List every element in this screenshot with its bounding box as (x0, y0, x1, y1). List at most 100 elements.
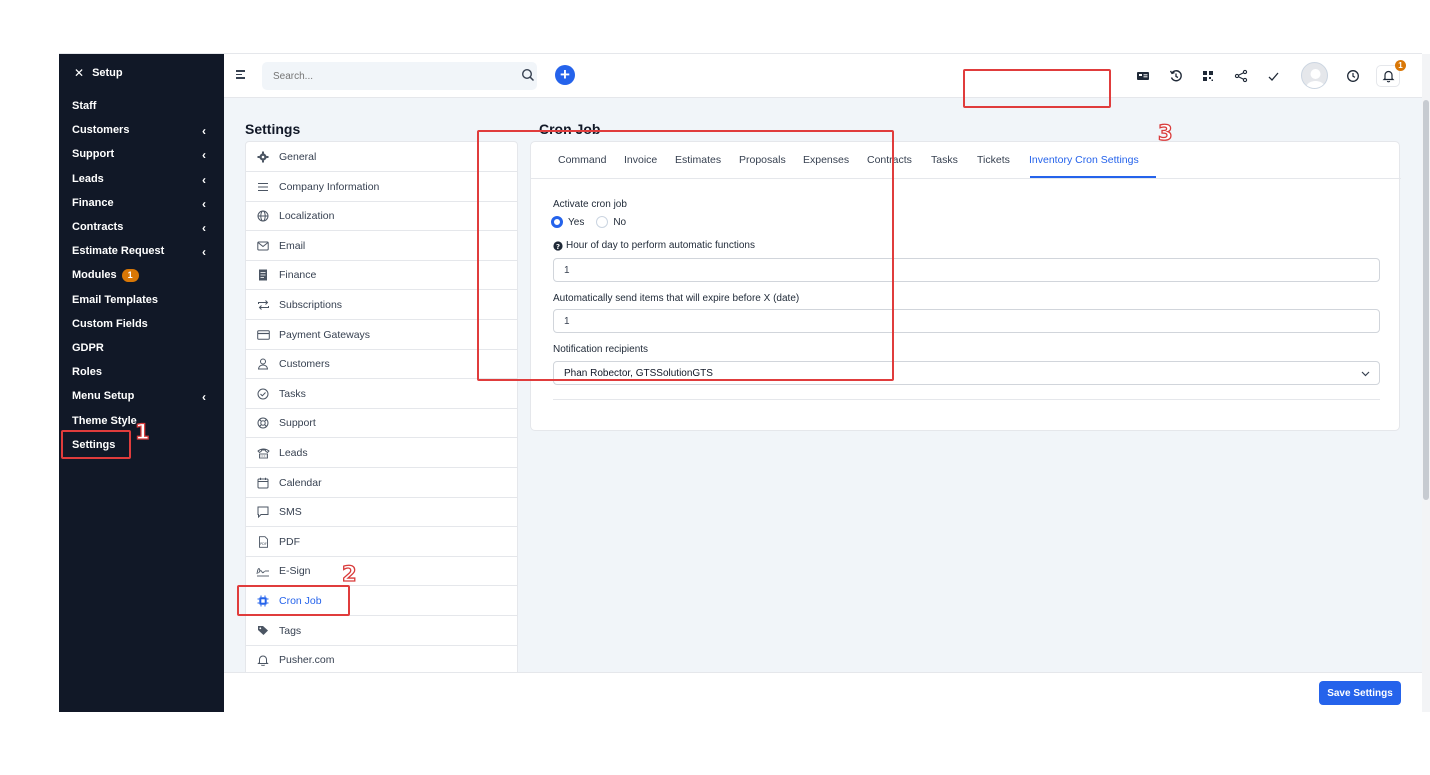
sidebar-item-label: Support (72, 148, 115, 161)
signature-icon (256, 564, 270, 578)
sidebar: ✕ Setup Staff Customers ‹ Support ‹ Leads ‹ Fin… (59, 54, 224, 712)
form-highlight-box (477, 130, 894, 381)
sidebar-item-leads[interactable]: Leads ‹ (59, 168, 224, 190)
tty-icon (256, 446, 270, 460)
sidebar-item-label: Customers (72, 124, 130, 137)
sidebar-header-label: Setup (92, 67, 123, 79)
user-icon (256, 357, 270, 371)
quick-create-button[interactable]: + (555, 65, 575, 85)
clock-icon[interactable] (1344, 67, 1362, 85)
chevron-left-icon: ‹ (202, 245, 206, 260)
save-settings-button[interactable]: Save Settings (1319, 681, 1401, 705)
chevron-left-icon: ‹ (202, 196, 206, 211)
annotation-number: 1 (134, 420, 150, 444)
annotation-number: 2 (341, 562, 357, 586)
modules-badge: 1 (121, 268, 139, 282)
tab-inventory-cron-settings[interactable]: Inventory Cron Settings (1029, 154, 1139, 166)
sidebar-item-label: Leads (72, 172, 104, 185)
sidebar-item-support[interactable]: Support ‹ (59, 143, 224, 165)
sidebar-item-label: Roles (72, 366, 102, 379)
avatar[interactable] (1301, 62, 1328, 89)
settings-item-label: Pusher.com (279, 654, 335, 667)
settings-highlight-box (61, 430, 131, 459)
bell-icon (256, 653, 270, 667)
sidebar-item-label: Estimate Request (72, 245, 165, 258)
lifebuoy-icon (256, 416, 270, 430)
bell-icon[interactable] (1379, 67, 1397, 85)
settings-item-tasks[interactable]: Tasks (246, 379, 517, 409)
tab-tickets[interactable]: Tickets (977, 154, 1010, 166)
tab-tasks[interactable]: Tasks (931, 154, 958, 166)
settings-item-label: Email (279, 239, 306, 252)
settings-item-label: Tags (279, 624, 302, 637)
settings-item-pdf[interactable]: PDF PDF (246, 527, 517, 557)
mail-icon (256, 239, 270, 253)
pdf-icon: PDF (256, 535, 270, 549)
footer-bar (224, 672, 1422, 712)
cron-job-highlight-box (237, 585, 350, 616)
settings-item-label: Payment Gateways (279, 328, 371, 341)
check-circle-icon (256, 387, 270, 401)
sidebar-item-menu-setup[interactable]: Menu Setup ‹ (59, 385, 224, 407)
chevron-left-icon: ‹ (202, 148, 206, 163)
sidebar-item-label: Finance (72, 196, 114, 209)
settings-item-label: SMS (279, 506, 302, 519)
sidebar-item-contracts[interactable]: Contracts ‹ (59, 216, 224, 238)
settings-item-tags[interactable]: Tags (246, 616, 517, 646)
settings-item-sms[interactable]: SMS (246, 497, 517, 528)
chevron-left-icon: ‹ (202, 124, 206, 139)
settings-item-label: General (279, 151, 317, 163)
sidebar-item-email-templates[interactable]: Email Templates (59, 289, 224, 311)
annotation-number: 3 (1157, 121, 1173, 145)
document-icon (256, 268, 270, 282)
settings-item-label: Calendar (279, 476, 322, 489)
sidebar-item-customers[interactable]: Customers ‹ (59, 119, 224, 141)
repeat-icon (256, 298, 270, 312)
scrollbar-thumb[interactable] (1423, 100, 1429, 500)
page-scrollbar[interactable] (1422, 54, 1430, 712)
sidebar-item-label: Staff (72, 100, 97, 112)
settings-item-label: Leads (279, 447, 308, 459)
sidebar-header[interactable]: ✕ Setup (59, 54, 224, 92)
settings-item-label: Support (279, 417, 316, 430)
search-input[interactable] (262, 62, 502, 90)
qr-code-icon[interactable] (1199, 67, 1217, 85)
chevron-down-icon (1361, 369, 1370, 380)
calendar-icon (256, 476, 270, 490)
sidebar-item-label: Theme Style (72, 414, 137, 427)
sidebar-item-modules[interactable]: Modules 1 (59, 264, 224, 286)
close-icon[interactable]: ✕ (74, 66, 84, 80)
settings-item-leads[interactable]: Leads (246, 438, 517, 468)
settings-item-support[interactable]: Support (246, 408, 517, 439)
contact-card-icon[interactable] (1134, 67, 1152, 85)
sidebar-item-label: Menu Setup (72, 390, 135, 403)
settings-item-calendar[interactable]: Calendar (246, 468, 517, 498)
settings-item-label: E-Sign (279, 565, 311, 578)
sidebar-item-finance[interactable]: Finance ‹ (59, 192, 224, 214)
search-box (262, 62, 537, 90)
check-icon[interactable] (1264, 67, 1282, 85)
top-bar: + 1 (224, 54, 1422, 98)
sidebar-item-label: GDPR (72, 342, 104, 354)
settings-item-e-sign[interactable]: E-Sign (246, 556, 517, 587)
chevron-left-icon: ‹ (202, 390, 206, 405)
settings-item-label: PDF (279, 535, 300, 548)
sidebar-item-label: Modules (72, 269, 117, 282)
settings-item-label: Finance (279, 269, 317, 282)
notification-badge: 1 (1395, 60, 1406, 71)
sidebar-item-roles[interactable]: Roles (59, 361, 224, 383)
settings-item-label: Tasks (279, 387, 306, 400)
sidebar-item-label: Email Templates (72, 293, 158, 306)
sidebar-item-staff[interactable]: Staff (59, 95, 224, 117)
share-icon[interactable] (1232, 67, 1250, 85)
settings-item-pusher-com[interactable]: Pusher.com (246, 645, 517, 676)
settings-item-label: Localization (279, 210, 335, 223)
settings-item-label: Company Information (279, 180, 380, 193)
sidebar-item-gdpr[interactable]: GDPR (59, 337, 224, 359)
menu-toggle-icon[interactable] (236, 70, 245, 79)
form-divider (553, 399, 1380, 400)
sidebar-item-estimate-request[interactable]: Estimate Request ‹ (59, 240, 224, 262)
search-icon[interactable] (521, 68, 535, 85)
sidebar-item-custom-fields[interactable]: Custom Fields (59, 313, 224, 335)
history-icon[interactable] (1167, 67, 1185, 85)
